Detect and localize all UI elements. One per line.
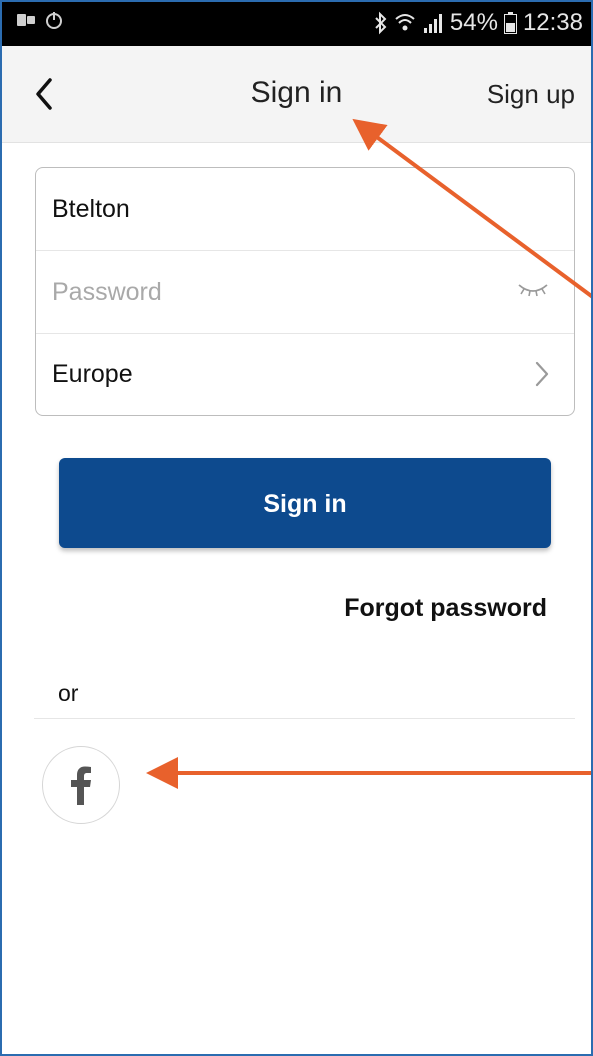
chevron-right-icon [534, 360, 550, 393]
facebook-icon [71, 766, 91, 805]
battery-icon [503, 12, 517, 34]
battery-percent: 54% [449, 9, 498, 36]
username-row [36, 168, 574, 251]
power-icon [44, 10, 64, 35]
status-bar: 54% 12:38 [2, 2, 591, 46]
eye-closed-icon[interactable] [516, 279, 550, 306]
signal-icon [422, 12, 444, 34]
password-row [36, 251, 574, 334]
forgot-password-link[interactable]: Forgot password [344, 594, 547, 623]
region-value: Europe [52, 360, 133, 388]
notification-icon [16, 11, 36, 34]
region-selector[interactable]: Europe [36, 334, 574, 415]
wifi-icon [394, 12, 416, 34]
username-input[interactable] [52, 168, 492, 250]
phone-screen: 54% 12:38 Sign in Sign up Europe [0, 0, 593, 1056]
sign-in-button[interactable]: Sign in [59, 458, 551, 548]
clock: 12:38 [522, 9, 583, 36]
status-right-icons: 54% 12:38 [374, 9, 583, 37]
sign-up-link[interactable]: Sign up [487, 79, 575, 110]
divider [34, 718, 575, 719]
bluetooth-icon [374, 11, 388, 35]
facebook-login-button[interactable] [42, 746, 120, 824]
password-input[interactable] [52, 251, 492, 333]
nav-bar: Sign in Sign up [2, 46, 591, 143]
status-left-icons [16, 10, 64, 35]
login-form: Europe [35, 167, 575, 416]
or-label: or [58, 680, 79, 706]
